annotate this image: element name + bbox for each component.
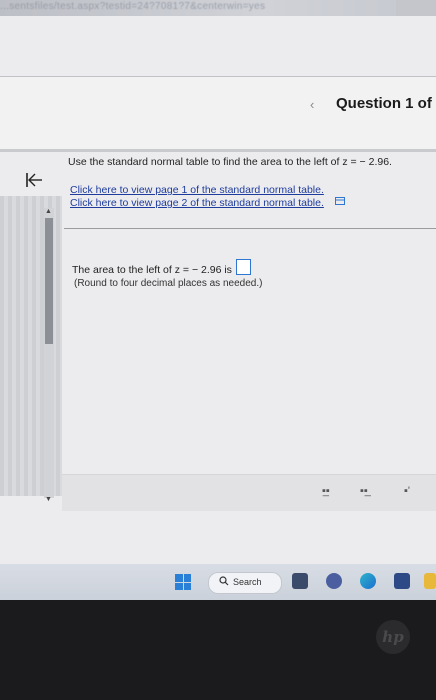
edge-icon[interactable] bbox=[360, 573, 376, 589]
laptop-bezel: hp bbox=[0, 600, 436, 700]
math-toolbar: ▪̲▪ ▪▪̲ ▪' bbox=[62, 474, 436, 511]
explorer-icon[interactable] bbox=[424, 573, 436, 589]
url-text: ...sentsfiles/test.aspx?testid=24?7081?7… bbox=[0, 1, 266, 12]
answer-input[interactable] bbox=[236, 259, 251, 275]
first-page-arrow-icon[interactable] bbox=[24, 170, 44, 190]
hp-logo: hp bbox=[376, 620, 410, 654]
scrollbar-thumb[interactable] bbox=[45, 218, 53, 344]
screen: ...sentsfiles/test.aspx?testid=24?7081?7… bbox=[0, 0, 436, 600]
windows-icon[interactable] bbox=[175, 574, 191, 590]
taskbar-search[interactable]: Search bbox=[208, 572, 282, 594]
fraction-icon[interactable]: ▪̲▪ bbox=[322, 485, 330, 501]
teams-icon[interactable] bbox=[326, 573, 342, 589]
windows-taskbar: Search bbox=[0, 564, 436, 600]
url-strip-end bbox=[396, 0, 436, 16]
popout-icon[interactable] bbox=[335, 197, 345, 205]
question-panel: ▲ ▼ Use the standard normal table to fin… bbox=[0, 152, 436, 514]
search-icon bbox=[219, 576, 229, 586]
content-divider bbox=[64, 228, 436, 229]
scroll-down-icon[interactable]: ▼ bbox=[45, 496, 52, 503]
scroll-up-icon[interactable]: ▲ bbox=[45, 208, 52, 215]
rounding-hint: (Round to four decimal places as needed.… bbox=[74, 278, 263, 289]
question-header: ‹ Question 1 of 2 bbox=[0, 77, 436, 149]
lower-blank-band bbox=[0, 514, 436, 564]
normal-table-page2-link[interactable]: Click here to view page 2 of the standar… bbox=[70, 197, 324, 209]
blank-band bbox=[0, 16, 436, 76]
browser-url-strip: ...sentsfiles/test.aspx?testid=24?7081?7… bbox=[0, 0, 436, 16]
store-icon[interactable] bbox=[394, 573, 410, 589]
widgets-icon[interactable] bbox=[292, 573, 308, 589]
previous-question-button[interactable]: ‹ bbox=[310, 97, 314, 112]
answer-prompt: The area to the left of z = − 2.96 is bbox=[72, 264, 232, 276]
question-counter: Question 1 of 2 bbox=[336, 95, 436, 112]
normal-table-page1-link[interactable]: Click here to view page 1 of the standar… bbox=[70, 184, 324, 196]
superscript-icon[interactable]: ▪' bbox=[404, 485, 410, 501]
mixed-number-icon[interactable]: ▪▪̲ bbox=[360, 485, 368, 501]
question-prompt: Use the standard normal table to find th… bbox=[68, 156, 392, 168]
search-label: Search bbox=[233, 577, 262, 587]
